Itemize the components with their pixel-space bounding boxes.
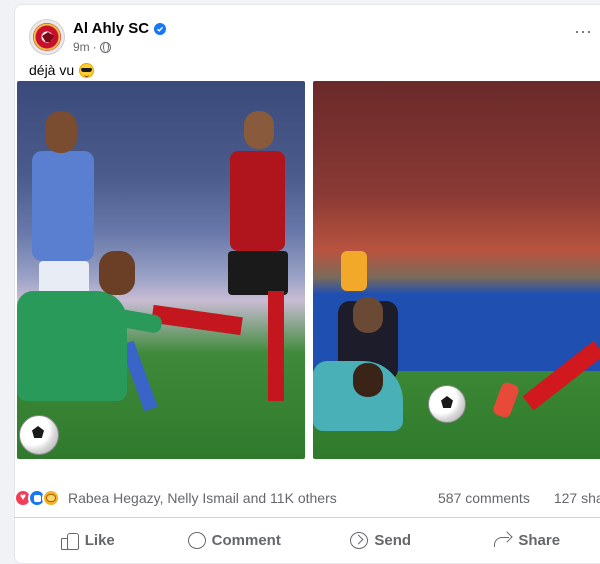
thumbs-up-icon [60, 531, 78, 549]
engagement-counts: 587 comments 127 shares [438, 490, 600, 506]
comment-bubble-icon [187, 531, 205, 549]
football [428, 385, 466, 423]
send-label: Send [374, 532, 411, 549]
steward-figure [341, 251, 367, 291]
page-name[interactable]: Al Ahly SC [73, 20, 149, 37]
sunglasses-emoji-icon [79, 63, 94, 78]
share-button[interactable]: Share [454, 522, 600, 558]
care-reaction-icon [42, 489, 60, 507]
verified-badge-icon [154, 23, 166, 35]
blue-head [45, 111, 77, 153]
red-head [244, 111, 274, 149]
share-label: Share [518, 532, 560, 549]
author-row: Al Ahly SC [73, 20, 166, 37]
globe-icon [100, 42, 111, 53]
post-header: Al Ahly SC 9m · [29, 15, 166, 59]
post-actions: Like Comment Send Share [14, 522, 600, 558]
red-shorts [228, 251, 288, 295]
actions-divider [14, 517, 600, 518]
keeper-head [99, 251, 135, 295]
post-photo-2[interactable] [313, 81, 600, 459]
post-caption: déjà vu [29, 62, 94, 78]
reactions-bar[interactable]: Rabea Hegazy, Nelly Ismail and 11K other… [14, 489, 337, 507]
comment-button[interactable]: Comment [161, 522, 308, 558]
author-block: Al Ahly SC 9m · [73, 20, 166, 54]
messenger-icon [349, 531, 367, 549]
post-meta: 9m · [73, 40, 166, 54]
like-button[interactable]: Like [14, 522, 161, 558]
send-button[interactable]: Send [307, 522, 454, 558]
red-boot [492, 381, 521, 419]
post-time[interactable]: 9m [73, 40, 90, 54]
red-torso [230, 151, 285, 251]
avatar[interactable] [29, 19, 65, 55]
more-options-icon[interactable]: ··· [571, 19, 595, 43]
caption-text: déjà vu [29, 62, 74, 78]
post-photo-1[interactable] [17, 81, 305, 459]
meta-separator: · [93, 40, 97, 54]
shares-count[interactable]: 127 shares [554, 490, 600, 506]
comment-label: Comment [212, 532, 281, 549]
player-red-figure [222, 111, 292, 431]
goalkeeper-teal-head [353, 363, 383, 397]
red-leg-standing [268, 291, 284, 401]
comments-count[interactable]: 587 comments [438, 490, 530, 506]
blue-torso [32, 151, 94, 261]
reaction-summary[interactable]: Rabea Hegazy, Nelly Ismail and 11K other… [68, 490, 337, 506]
share-arrow-icon [493, 531, 511, 549]
player-dark-head [353, 297, 383, 333]
goalkeeper-green-figure [17, 251, 167, 421]
like-label: Like [85, 532, 115, 549]
football [19, 415, 59, 455]
